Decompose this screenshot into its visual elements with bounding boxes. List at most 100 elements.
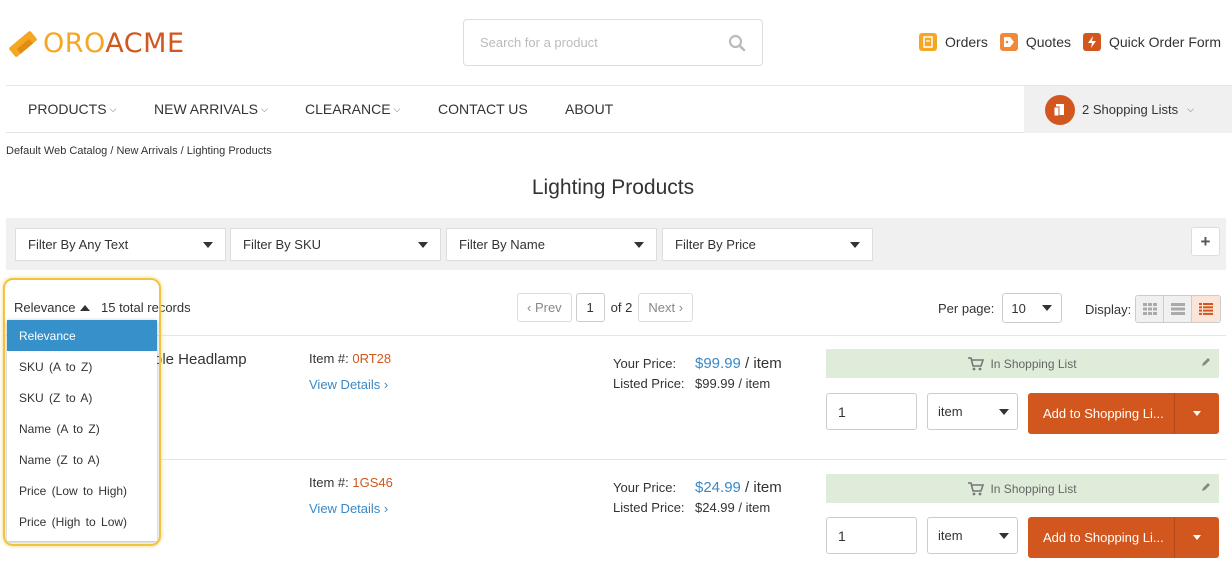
- filter-any-text[interactable]: Filter By Any Text: [15, 228, 226, 261]
- orders-label: Orders: [945, 34, 988, 50]
- next-page-button[interactable]: Next ›: [638, 293, 694, 322]
- product-name[interactable]: ble Headlamp: [154, 351, 247, 368]
- divider: [160, 459, 1226, 460]
- quantity-input[interactable]: [826, 393, 917, 430]
- cart-icon: [968, 481, 985, 495]
- search-input[interactable]: [480, 35, 728, 50]
- sort-option-sku-desc[interactable]: SKU (Z to A): [7, 382, 157, 413]
- your-price-unit: / item: [740, 355, 782, 372]
- listed-price-row: Listed Price: $24.99 / item: [613, 498, 782, 518]
- listed-price-value: $99.99 / item: [695, 376, 771, 391]
- product-item-number: Item #: 1GS46: [309, 475, 393, 490]
- list-view-button[interactable]: [1192, 296, 1221, 322]
- listed-price-label: Listed Price:: [613, 376, 685, 391]
- filter-label: Filter By SKU: [243, 237, 322, 252]
- per-page-select[interactable]: 10: [1002, 293, 1063, 323]
- in-shopping-list-badge[interactable]: In Shopping List: [826, 349, 1219, 378]
- sort-options-menu: Relevance SKU (A to Z) SKU (Z to A) Name…: [7, 320, 157, 541]
- site-logo[interactable]: OROACME: [6, 26, 185, 60]
- your-price-label: Your Price:: [613, 480, 677, 495]
- grid-icon: [1142, 303, 1157, 315]
- shopping-list-icon: [1045, 94, 1075, 125]
- caret-down-icon: [418, 241, 428, 248]
- pencil-icon[interactable]: [1201, 357, 1211, 367]
- filter-price[interactable]: Filter By Price: [662, 228, 873, 261]
- your-price-row: Your Price: $99.99 / item: [613, 354, 782, 374]
- pagination: ‹ Prev of 2 Next ›: [517, 293, 694, 322]
- unit-value: item: [938, 528, 963, 543]
- logo-text-oro: ORO: [43, 27, 106, 59]
- filter-label: Filter By Name: [459, 237, 545, 252]
- prev-page-button[interactable]: ‹ Prev: [517, 293, 572, 322]
- display-mode: Display:: [1085, 295, 1222, 323]
- logo-mark-icon: [9, 31, 37, 57]
- quick-order-form-link[interactable]: Quick Order Form: [1082, 33, 1221, 51]
- sort-option-price-asc[interactable]: Price (Low to High): [7, 475, 157, 506]
- add-options-dropdown[interactable]: [1174, 393, 1219, 434]
- chevron-down-icon: ⌵: [393, 103, 401, 114]
- add-filter-button[interactable]: +: [1191, 227, 1220, 256]
- listed-price-label: Listed Price:: [613, 500, 685, 515]
- pencil-icon[interactable]: [1201, 482, 1211, 492]
- sort-option-name-desc[interactable]: Name (Z to A): [7, 444, 157, 475]
- caret-down-icon: [634, 241, 644, 248]
- main-nav: PRODUCTS ⌵ NEW ARRIVALS ⌵ CLEARANCE ⌵ CONTA…: [6, 85, 1232, 133]
- search-icon[interactable]: [728, 34, 746, 52]
- view-details-link[interactable]: View Details ›: [309, 377, 388, 392]
- nav-label: NEW ARRIVALS: [154, 101, 258, 117]
- page-count: of 2: [610, 300, 633, 315]
- filter-sku[interactable]: Filter By SKU: [230, 228, 441, 261]
- grid-view-button[interactable]: [1136, 296, 1165, 322]
- quotes-label: Quotes: [1025, 34, 1071, 50]
- page-number-input[interactable]: [575, 293, 605, 322]
- nav-item-clearance[interactable]: CLEARANCE ⌵: [305, 101, 400, 117]
- nav-item-new-arrivals[interactable]: NEW ARRIVALS ⌵: [154, 101, 268, 117]
- unit-select[interactable]: item: [927, 393, 1018, 430]
- product-item-number: Item #: 0RT28: [309, 351, 391, 366]
- listed-price-value: $24.99 / item: [695, 500, 771, 515]
- caret-down-icon: [1193, 535, 1201, 540]
- orders-link[interactable]: Orders: [919, 33, 988, 51]
- site-header: OROACME Orders Quotes Quick Order Form: [0, 0, 1232, 85]
- view-details-link[interactable]: View Details ›: [309, 501, 388, 516]
- shopping-lists-label: 2 Shopping Lists: [1082, 102, 1179, 117]
- top-links: Orders Quotes Quick Order Form: [919, 33, 1221, 51]
- quick-order-form-label: Quick Order Form: [1108, 34, 1221, 50]
- filter-name[interactable]: Filter By Name: [446, 228, 657, 261]
- sort-option-name-asc[interactable]: Name (A to Z): [7, 413, 157, 444]
- per-page-value: 10: [1011, 300, 1026, 316]
- filter-bar: Filter By Any Text Filter By SKU Filter …: [6, 218, 1226, 270]
- chevron-down-icon: ⌵: [1187, 104, 1194, 114]
- sort-dropdown[interactable]: Relevance: [14, 300, 91, 315]
- quotes-tag-icon: [999, 33, 1018, 51]
- product-prices: Your Price: $99.99 / item Listed Price: $9…: [613, 354, 782, 394]
- shopping-lists-widget[interactable]: 2 Shopping Lists ⌵: [1024, 86, 1232, 133]
- add-to-shopping-list-button[interactable]: Add to Shopping Li...: [1028, 393, 1219, 434]
- nav-label: CLEARANCE: [305, 101, 391, 117]
- sort-option-price-desc[interactable]: Price (High to Low): [7, 506, 157, 537]
- per-page-label: Per page:: [938, 300, 995, 316]
- product-sku: 1GS46: [352, 475, 393, 490]
- nav-item-about[interactable]: ABOUT: [565, 101, 613, 117]
- add-options-dropdown[interactable]: [1174, 517, 1219, 558]
- add-to-shopping-list-button[interactable]: Add to Shopping Li...: [1028, 517, 1219, 558]
- sort-option-relevance[interactable]: Relevance: [7, 320, 157, 351]
- sort-option-sku-asc[interactable]: SKU (A to Z): [7, 351, 157, 382]
- compact-list-view-button[interactable]: [1164, 296, 1193, 322]
- add-to-shopping-list-label: Add to Shopping Li...: [1043, 530, 1164, 545]
- in-shopping-list-badge[interactable]: In Shopping List: [826, 474, 1219, 503]
- quotes-link[interactable]: Quotes: [999, 33, 1071, 51]
- breadcrumb[interactable]: Default Web Catalog / New Arrivals / Lig…: [6, 145, 272, 157]
- product-sku: 0RT28: [352, 351, 392, 366]
- list-icon: [1199, 303, 1214, 315]
- in-shopping-list-label: In Shopping List: [990, 356, 1077, 371]
- chevron-down-icon: ⌵: [261, 103, 268, 114]
- unit-select[interactable]: item: [927, 517, 1018, 554]
- nav-item-products[interactable]: PRODUCTS ⌵: [28, 101, 116, 117]
- quantity-input[interactable]: [826, 517, 917, 554]
- in-shopping-list-label: In Shopping List: [990, 481, 1077, 496]
- lightning-icon: [1082, 33, 1101, 51]
- nav-item-contact-us[interactable]: CONTACT US: [438, 101, 528, 117]
- filter-label: Filter By Price: [675, 237, 756, 252]
- caret-down-icon: [1042, 305, 1053, 311]
